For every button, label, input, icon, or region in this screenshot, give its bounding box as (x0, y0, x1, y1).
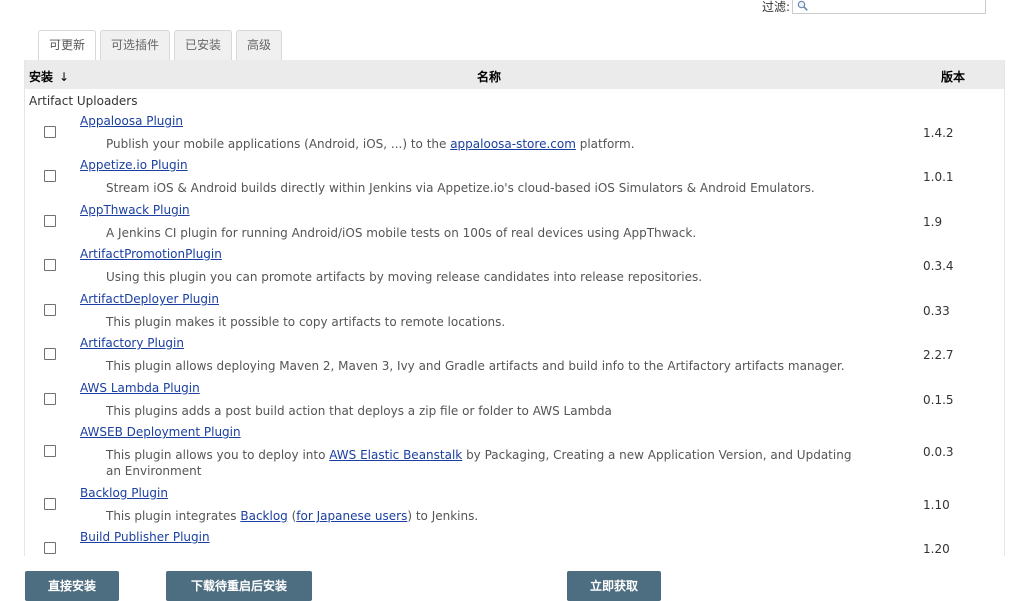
plugin-name-link[interactable]: AWS Lambda Plugin (80, 381, 200, 395)
install-checkbox[interactable] (44, 170, 56, 182)
tab-2[interactable]: 已安装 (174, 30, 233, 60)
column-header-name[interactable]: 名称 (477, 68, 501, 85)
table-row: Appetize.io Plugin Stream iOS & Android b… (25, 158, 1004, 202)
plugin-version: 0.0.3 (923, 445, 954, 459)
tab-1[interactable]: 可选插件 (100, 30, 171, 60)
plugin-version: 1.10 (923, 498, 950, 512)
description-link[interactable]: Backlog (240, 509, 287, 523)
tab-0[interactable]: 可更新 (38, 30, 97, 60)
plugin-name-link[interactable]: ArtifactDeployer Plugin (80, 292, 219, 306)
plugin-name-link[interactable]: Build Publisher Plugin (80, 530, 210, 544)
plugin-description: This plugin integrates Backlog (for Japa… (106, 508, 866, 524)
plugin-description: Stream iOS & Android builds directly wit… (106, 180, 866, 196)
plugin-description: Publish your mobile applications (Androi… (106, 136, 866, 152)
tab-bar: 可更新 可选插件 已安装 高级 (38, 30, 286, 60)
table-row: AWSEB Deployment Plugin This plugin allow… (25, 425, 1004, 478)
table-row: Artifactory Plugin This plugin allows dep… (25, 336, 1004, 380)
plugin-name-link[interactable]: Artifactory Plugin (80, 336, 184, 350)
table-row: ArtifactDeployer Plugin This plugin makes… (25, 292, 1004, 336)
description-text: This plugin allows deploying Maven 2, Ma… (106, 359, 845, 373)
plugin-version: 0.1.5 (923, 393, 954, 407)
plugin-name-link[interactable]: AWSEB Deployment Plugin (80, 425, 241, 439)
filter-bar: 过滤: (762, 0, 987, 14)
install-checkbox[interactable] (44, 304, 56, 316)
filter-label: 过滤: (762, 0, 791, 14)
plugin-version: 1.20 (923, 542, 950, 556)
column-header-install[interactable]: 安装 ↓ (29, 68, 69, 85)
install-checkbox[interactable] (44, 498, 56, 510)
plugin-description: A Jenkins CI plugin for running Android/… (106, 225, 866, 241)
plugin-name-link[interactable]: Backlog Plugin (80, 486, 168, 500)
description-text: A Jenkins CI plugin for running Android/… (106, 226, 697, 240)
plugin-version: 1.0.1 (923, 170, 954, 184)
install-now-button[interactable]: 直接安装 (25, 571, 119, 601)
description-link[interactable]: for Japanese users (296, 509, 407, 523)
description-text: This plugins adds a post build action th… (106, 404, 612, 418)
tab-3[interactable]: 高级 (236, 30, 283, 60)
plugin-table: 安装 ↓ 名称 版本 Artifact Uploaders Appaloosa P… (24, 60, 1005, 556)
check-now-button[interactable]: 立即获取 (567, 571, 661, 601)
table-row: Appaloosa Plugin Publish your mobile appl… (25, 114, 1004, 158)
install-checkbox[interactable] (44, 126, 56, 138)
plugin-name-link[interactable]: ArtifactPromotionPlugin (80, 247, 222, 261)
install-checkbox[interactable] (44, 259, 56, 271)
category-label: Artifact Uploaders (29, 94, 138, 108)
description-text: Using this plugin you can promote artifa… (106, 270, 703, 284)
description-text: Stream iOS & Android builds directly wit… (106, 181, 815, 195)
description-text: Publish your mobile applications (Androi… (106, 137, 451, 151)
description-text: platform. (575, 137, 635, 151)
plugin-name-link[interactable]: Appetize.io Plugin (80, 158, 188, 172)
table-row: AWS Lambda Plugin This plugins adds a pos… (25, 381, 1004, 425)
plugin-name-link[interactable]: Appaloosa Plugin (80, 114, 183, 128)
plugin-description: This plugins adds a post build action th… (106, 403, 866, 419)
table-row: Backlog Plugin This plugin integrates Bac… (25, 486, 1004, 530)
install-checkbox[interactable] (44, 393, 56, 405)
plugin-version: 1.9 (923, 215, 943, 229)
description-link[interactable]: appaloosa-store.com (450, 137, 576, 151)
plugin-description: This plugin allows you to deploy into AW… (106, 447, 866, 479)
plugin-version: 2.2.7 (923, 348, 954, 362)
action-bar: 直接安装 下载待重启后安装 立即获取 (0, 571, 1033, 601)
sort-arrow-icon: ↓ (59, 70, 70, 84)
description-text: This plugin integrates (106, 509, 241, 523)
plugin-version: 0.3.4 (923, 259, 954, 273)
table-row: Build Publisher Plugin 1.20 (25, 530, 1004, 556)
table-row: AppThwack Plugin A Jenkins CI plugin for … (25, 203, 1004, 247)
search-icon (797, 0, 808, 11)
install-checkbox[interactable] (44, 445, 56, 457)
plugin-version: 1.4.2 (923, 126, 954, 140)
download-restart-button[interactable]: 下载待重启后安装 (166, 571, 312, 601)
description-text: This plugin allows you to deploy into (106, 448, 330, 462)
description-text: This plugin makes it possible to copy ar… (106, 315, 506, 329)
table-header: 安装 ↓ 名称 版本 (25, 60, 1004, 89)
plugin-description: This plugin allows deploying Maven 2, Ma… (106, 358, 866, 374)
install-checkbox[interactable] (44, 215, 56, 227)
install-checkbox[interactable] (44, 542, 56, 554)
plugin-name-link[interactable]: AppThwack Plugin (80, 203, 190, 217)
plugin-description: Using this plugin you can promote artifa… (106, 269, 866, 285)
filter-field[interactable] (792, 0, 987, 14)
plugin-description: This plugin makes it possible to copy ar… (106, 314, 866, 330)
description-link[interactable]: AWS Elastic Beanstalk (329, 448, 462, 462)
description-text: ) to Jenkins. (407, 509, 479, 523)
filter-input[interactable] (809, 0, 984, 12)
table-row: ArtifactPromotionPlugin Using this plugin… (25, 247, 1004, 291)
plugin-version: 0.33 (923, 304, 950, 318)
install-checkbox[interactable] (44, 348, 56, 360)
column-header-version[interactable]: 版本 (941, 68, 965, 85)
